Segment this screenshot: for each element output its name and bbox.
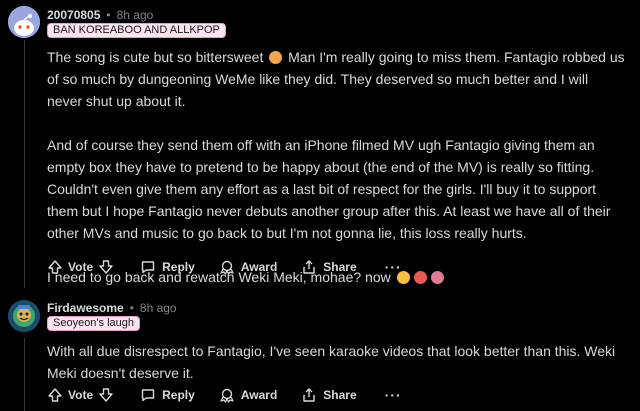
username[interactable]: 20070805 <box>47 8 100 22</box>
user-flair: BAN KOREABOO AND ALLKPOP <box>47 23 226 38</box>
share-button[interactable]: Share <box>301 386 357 404</box>
reply-label: Reply <box>162 388 195 402</box>
separator-dot: • <box>129 301 134 315</box>
snoo-avatar-icon <box>8 6 40 38</box>
reply-icon <box>141 389 155 402</box>
comment-paragraph: And of course they send them off with an… <box>47 137 611 241</box>
share-icon <box>303 260 315 274</box>
downvote-icon[interactable] <box>98 387 114 403</box>
more-options-button[interactable]: ··· <box>385 258 402 276</box>
downvote-icon[interactable] <box>98 259 114 275</box>
share-label: Share <box>323 388 357 402</box>
crying-emoji-icon <box>430 271 444 284</box>
thread-line[interactable] <box>24 338 25 411</box>
vote-label: Vote <box>68 388 94 402</box>
comment-actions: Vote Reply Award Share ··· <box>47 386 402 404</box>
vote-label: Vote <box>68 260 94 274</box>
more-options-icon: ··· <box>384 387 402 403</box>
thread-line[interactable] <box>24 40 25 288</box>
upvote-icon[interactable] <box>47 259 63 275</box>
user-flair: Seoyeon's laugh <box>47 316 140 331</box>
avatar[interactable] <box>8 6 40 38</box>
separator-dot: • <box>106 8 111 22</box>
more-options-button[interactable]: ··· <box>385 386 402 404</box>
reply-button[interactable]: Reply <box>140 258 195 276</box>
comment-meta: Firdawesome • 8h ago <box>47 301 177 315</box>
share-button[interactable]: Share <box>301 258 357 276</box>
timestamp[interactable]: 8h ago <box>140 301 177 315</box>
comment-body: The song is cute but so bittersweet Man … <box>47 46 627 288</box>
comment-paragraph: The song is cute but so bittersweet Man … <box>47 46 627 112</box>
avatar[interactable] <box>8 300 40 332</box>
award-icon <box>220 260 234 275</box>
reply-button[interactable]: Reply <box>140 386 195 404</box>
user-avatar-icon <box>8 300 40 332</box>
share-label: Share <box>323 260 357 274</box>
comment-paragraph: With all due disrespect to Fantagio, I'v… <box>47 343 616 381</box>
upvote-icon[interactable] <box>47 387 63 403</box>
flushed-emoji-icon <box>269 51 283 64</box>
award-button[interactable]: Award <box>219 258 277 276</box>
comment-meta: 20070805 • 8h ago <box>47 8 153 22</box>
sad-emoji-icon <box>413 271 427 284</box>
award-label: Award <box>240 260 278 274</box>
vote-control: Vote <box>47 258 114 276</box>
comment-actions: Vote Reply Award Share ··· <box>47 258 402 276</box>
timestamp[interactable]: 8h ago <box>117 8 154 22</box>
reply-icon <box>141 261 155 274</box>
comment-body: With all due disrespect to Fantagio, I'v… <box>47 340 627 384</box>
reply-label: Reply <box>162 260 195 274</box>
paragraph-text: The song is cute but so bittersweet <box>47 49 264 65</box>
award-label: Award <box>240 388 278 402</box>
vote-control: Vote <box>47 386 114 404</box>
award-button[interactable]: Award <box>219 386 277 404</box>
more-options-icon: ··· <box>384 259 402 275</box>
award-icon <box>220 388 234 403</box>
share-icon <box>303 388 315 402</box>
username[interactable]: Firdawesome <box>47 301 124 315</box>
